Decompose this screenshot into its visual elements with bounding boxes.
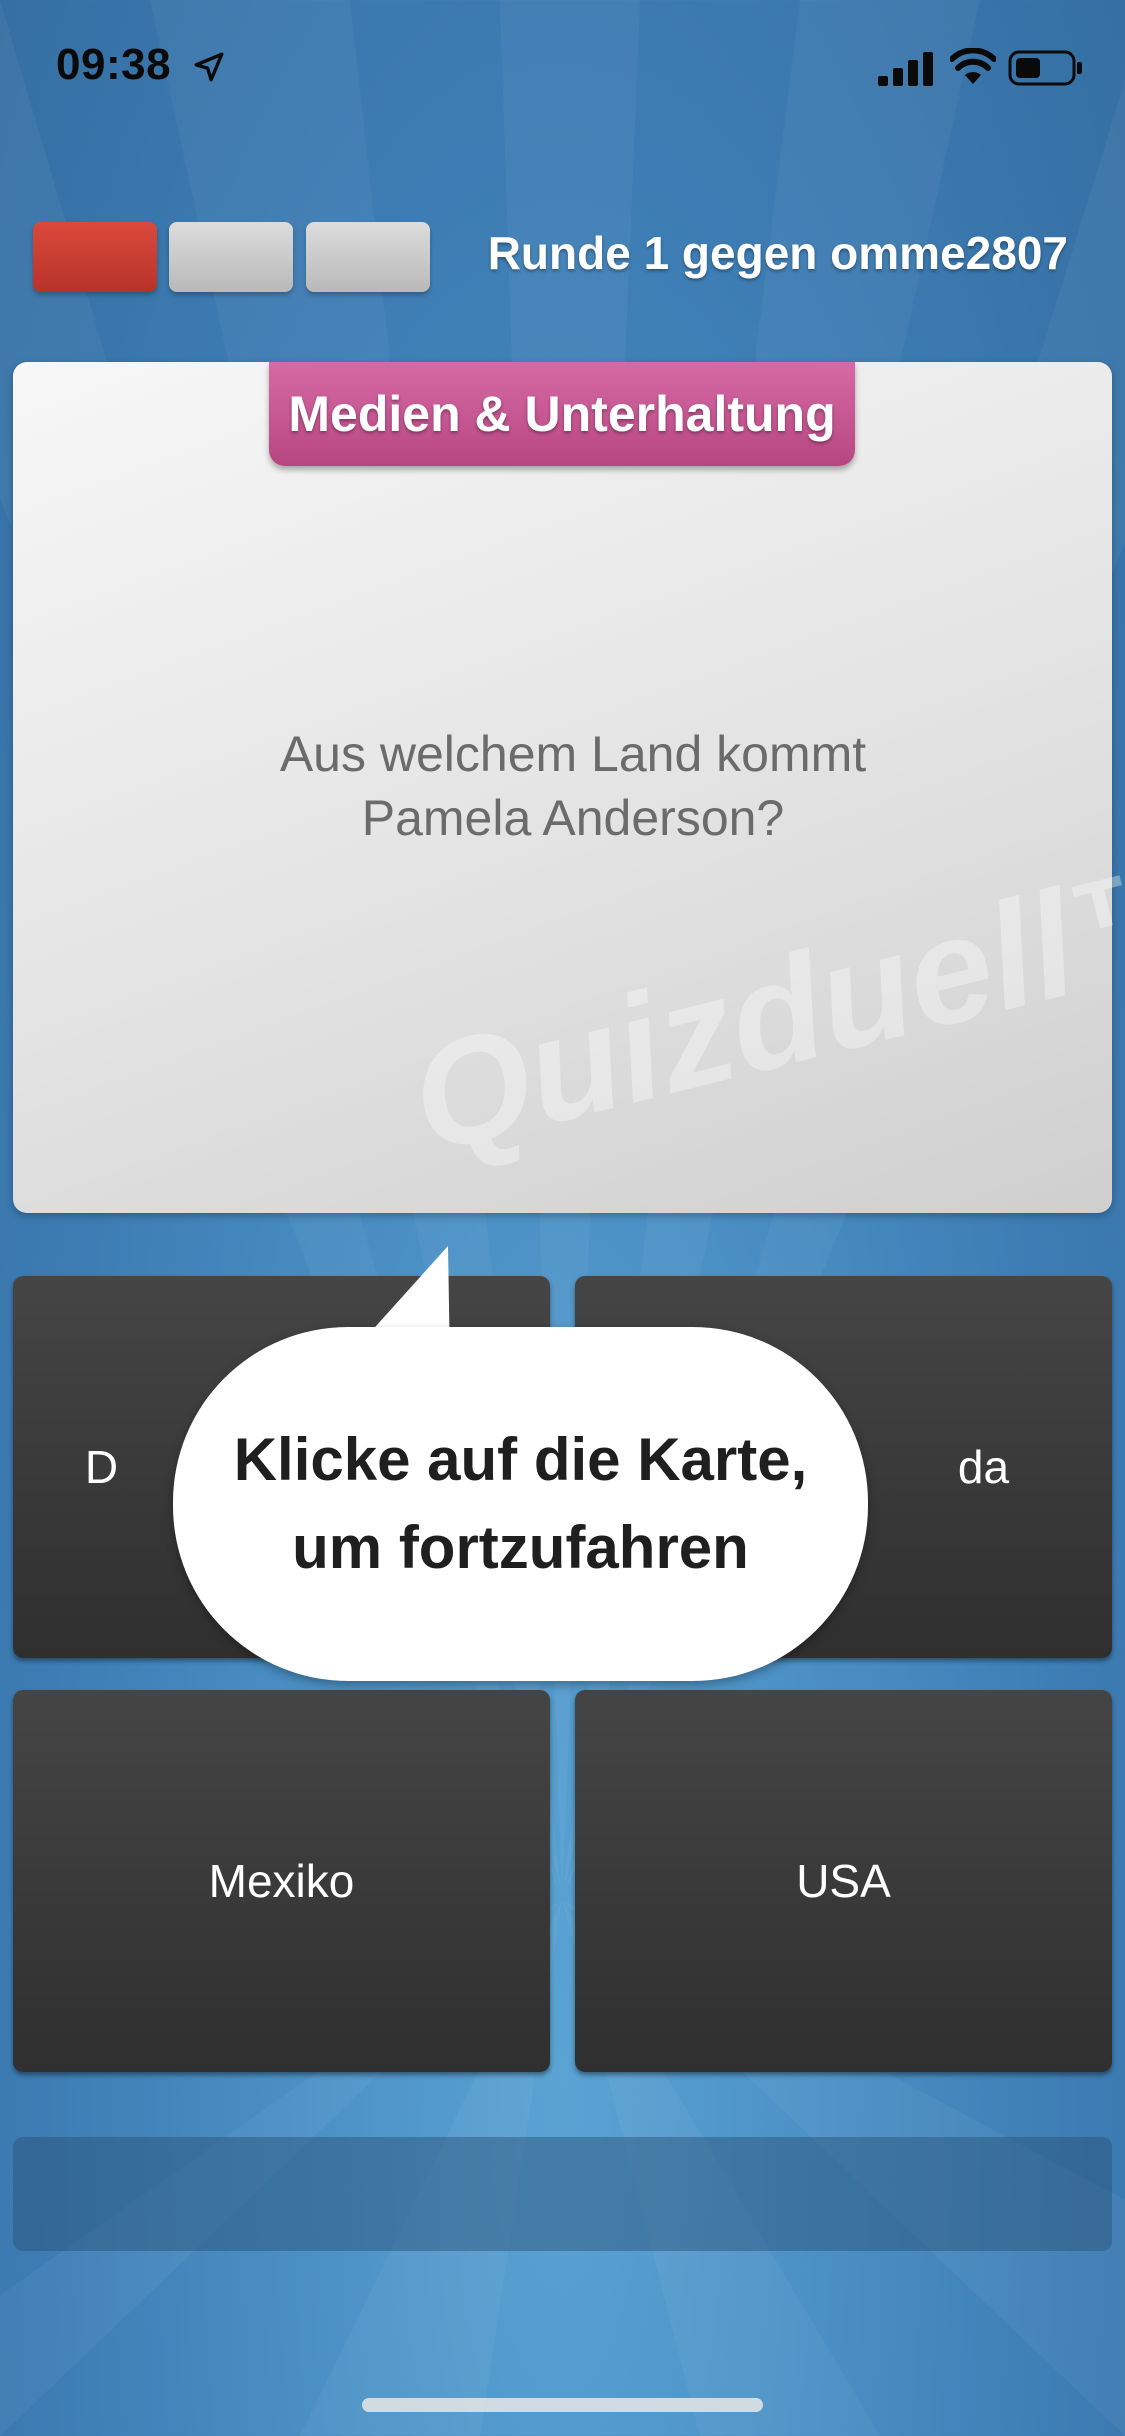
round-indicator-current	[33, 222, 157, 292]
home-indicator[interactable]	[362, 2398, 763, 2412]
answer-label: da	[957, 1441, 1010, 1493]
signal-icon	[878, 52, 933, 86]
answer-label: D	[84, 1441, 119, 1493]
hint-line: Klicke auf die Karte,	[233, 1426, 808, 1493]
bottom-bar	[13, 2137, 1112, 2251]
answer-button[interactable]: Mexiko	[13, 1690, 550, 2072]
answer-label: USA	[796, 1855, 891, 1907]
round-indicator-pending	[306, 222, 430, 292]
status-bar: 09:38	[0, 0, 1125, 132]
answer-label: Mexiko	[208, 1855, 355, 1907]
answer-button[interactable]: USA	[575, 1690, 1112, 2072]
wifi-icon	[950, 48, 996, 84]
battery-icon	[1008, 50, 1082, 86]
location-arrow-icon	[194, 52, 224, 82]
hint-bubble[interactable]: Klicke auf die Karte, um fortzufahren	[173, 1327, 868, 1681]
round-indicator-pending	[169, 222, 293, 292]
status-time: 09:38	[56, 40, 172, 89]
question-card[interactable]: Medien & Unterhaltung Aus welchem Land k…	[13, 362, 1112, 1213]
round-title: Runde 1 gegen omme2807	[487, 227, 1068, 279]
question-line: Aus welchem Land kommt	[279, 726, 867, 782]
question-text: Aus welchem Land kommt Pamela Anderson?	[93, 722, 1053, 850]
hint-text: Klicke auf die Karte, um fortzufahren	[234, 1416, 808, 1592]
question-line: Pamela Anderson?	[361, 790, 785, 846]
category-tab: Medien & Unterhaltung	[269, 362, 855, 466]
category-label: Medien & Unterhaltung	[288, 386, 836, 442]
hint-line: um fortzufahren	[292, 1514, 749, 1581]
